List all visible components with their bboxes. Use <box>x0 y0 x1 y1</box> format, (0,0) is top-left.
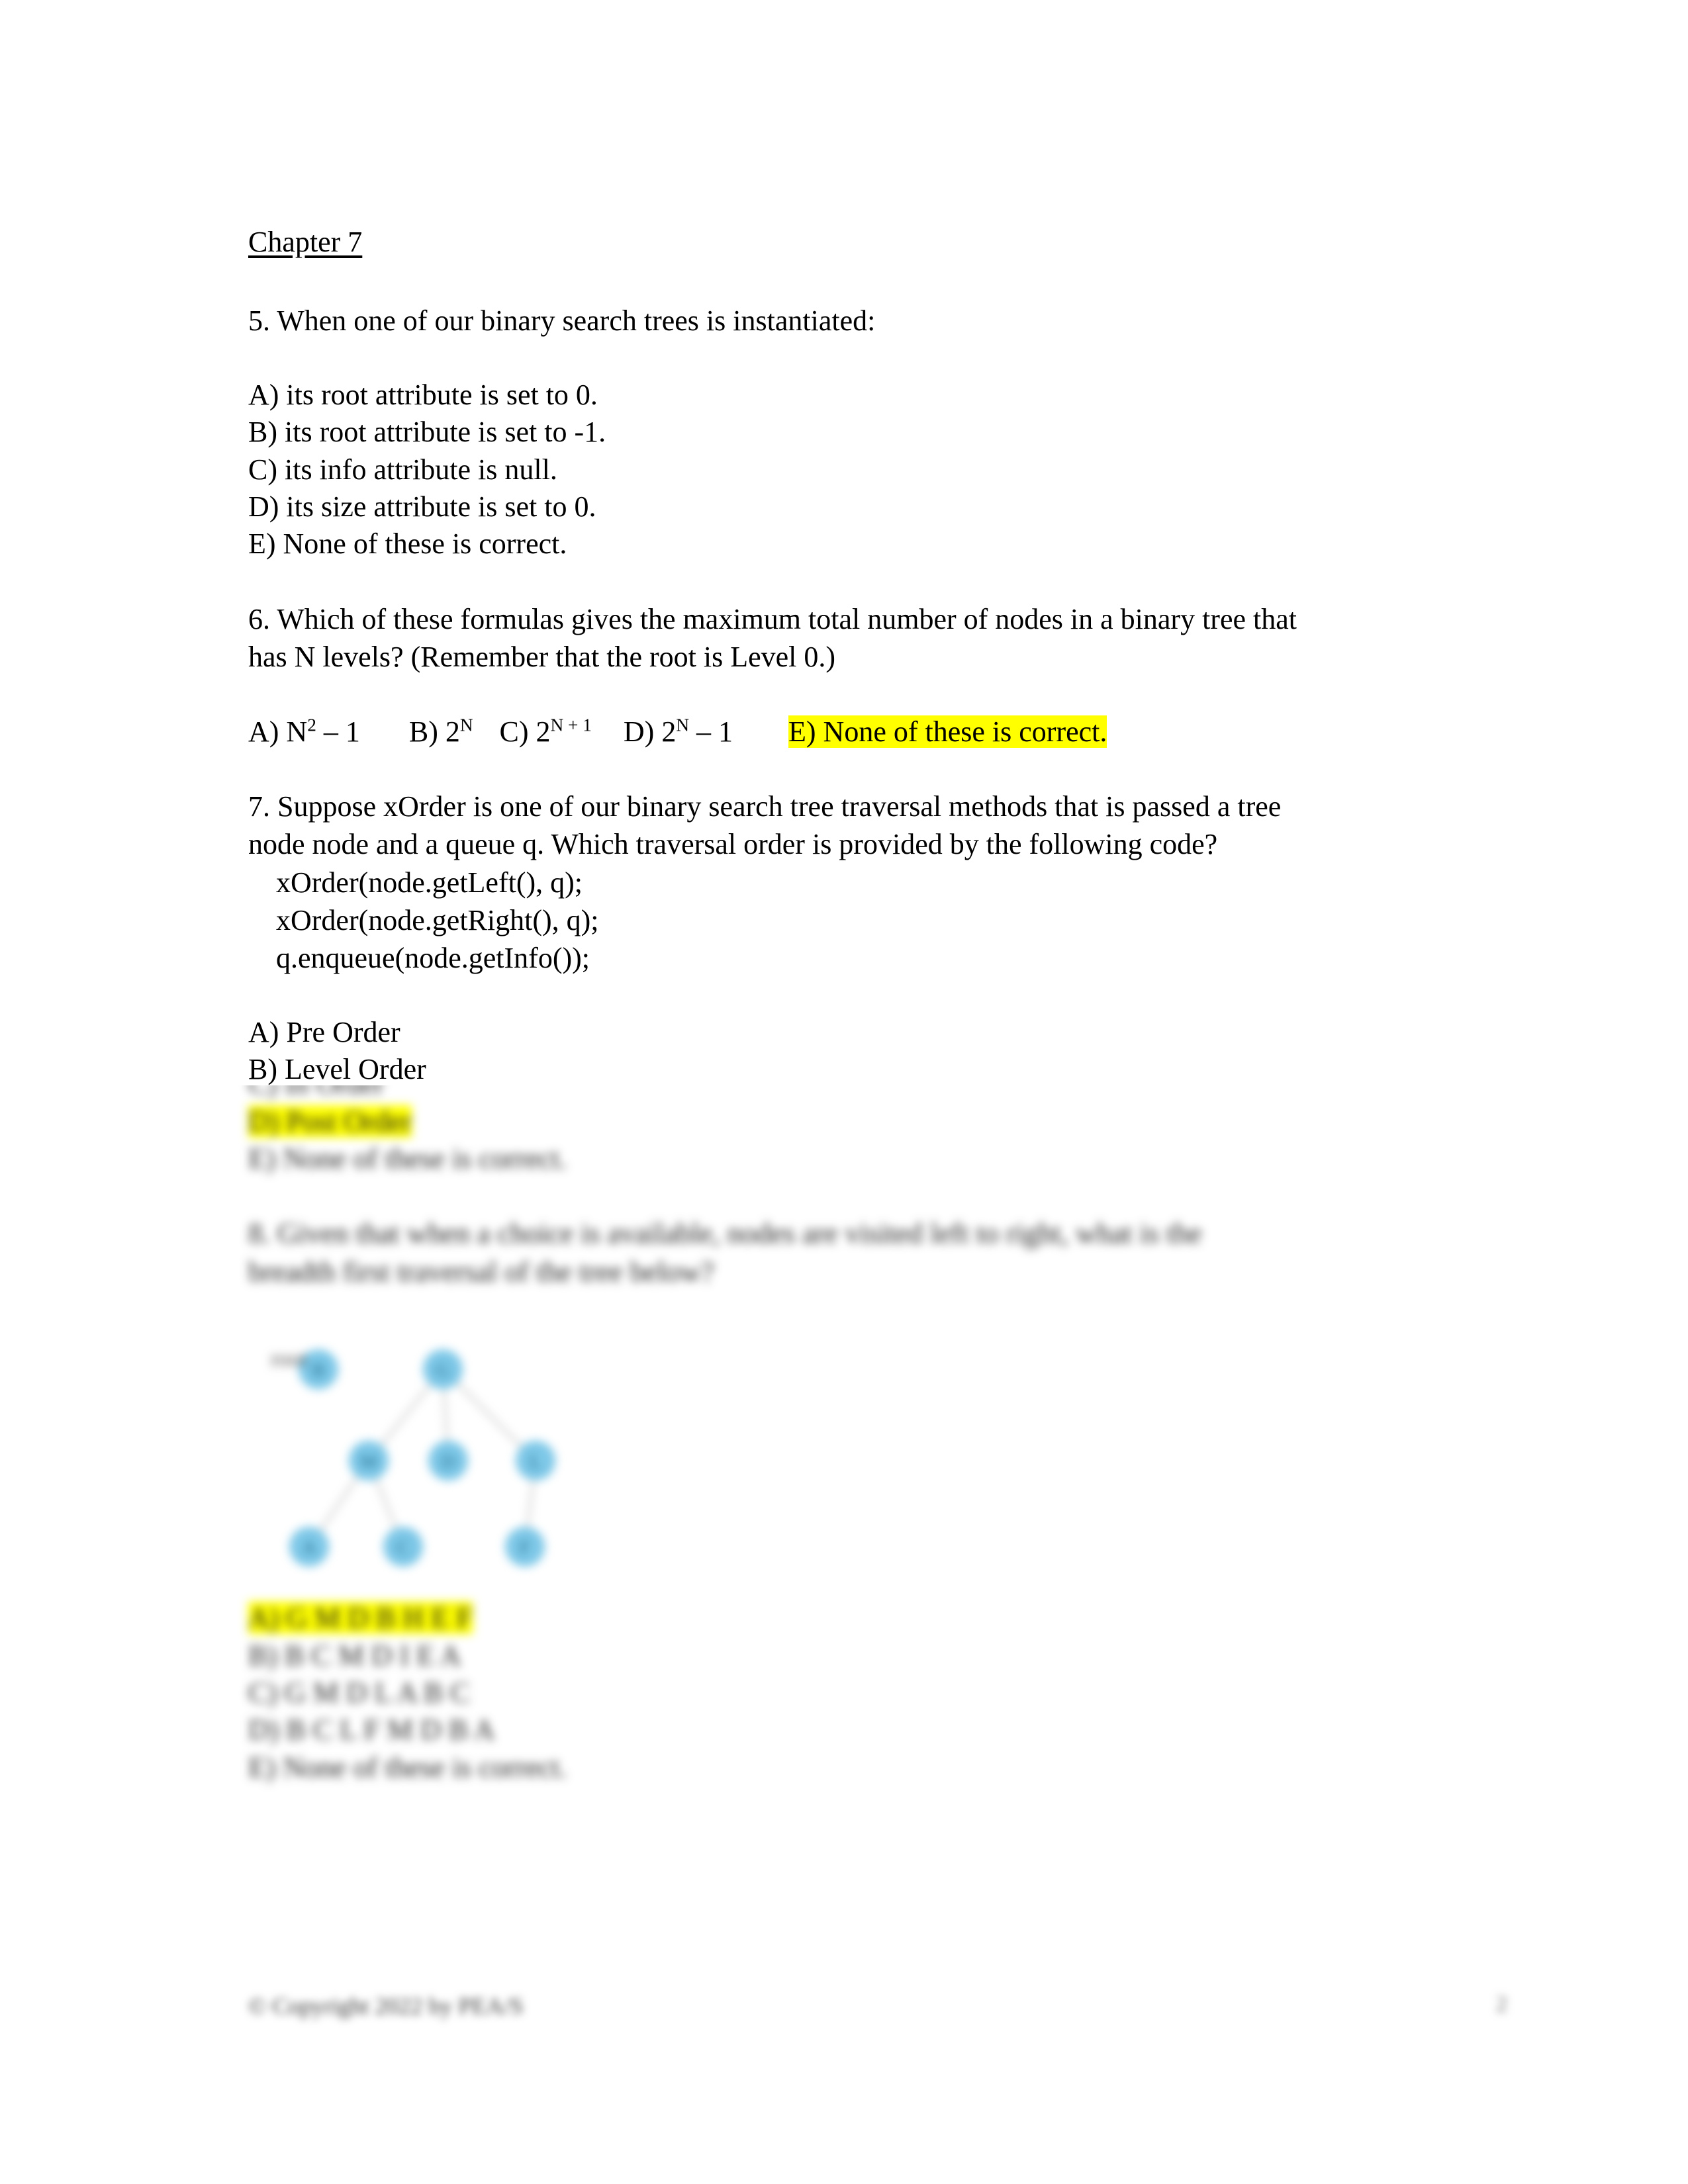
question-7-option-d-highlight: D) Post Order <box>248 1105 412 1138</box>
question-6-option-b[interactable]: B) 2N <box>409 715 473 748</box>
tree-node-label: M <box>360 1451 378 1473</box>
question-6-options-row: A) N2 – 1 B) 2N C) 2N + 1 D) 2N – 1 E) None … <box>248 713 1446 751</box>
question-6-option-a[interactable]: A) N2 – 1 <box>248 715 360 748</box>
tree-nodes: B G M D L A C F <box>289 1349 555 1567</box>
document-page: Chapter 7 5. When one of our binary sear… <box>0 0 1688 2184</box>
option-a-exponent: 2 <box>307 715 316 735</box>
question-8-option-a[interactable]: A) G M D B H E F <box>248 1600 1506 1637</box>
binary-tree-diagram: root B G M D L A C F <box>271 1328 734 1580</box>
option-d-exponent: N <box>676 715 690 735</box>
question-7-stem-line-2: node node and a queue q. Which traversal… <box>248 828 1218 861</box>
question-7-stem-line-1: 7. Suppose xOrder is one of our binary s… <box>248 790 1282 823</box>
footer-copyright: © Copyright 2022 by PEA/S <box>248 1993 524 2019</box>
question-6-option-e-highlighted[interactable]: E) None of these is correct. <box>788 715 1107 749</box>
tree-node-label: L <box>530 1451 541 1473</box>
option-c-exponent: N + 1 <box>550 715 592 735</box>
option-a-tail: – 1 <box>316 715 360 749</box>
question-7-option-b[interactable]: B) Level Order <box>248 1051 1446 1088</box>
question-8-stem-line-2: breadth first traversal of the tree belo… <box>248 1255 714 1289</box>
tree-node-label: C <box>397 1537 410 1559</box>
tree-node-label: D <box>441 1451 455 1473</box>
question-6-stem-line-2: has N levels? (Remember that the root is… <box>248 640 836 673</box>
tree-node-label: F <box>520 1537 531 1559</box>
question-7-code-line-3: q.enqueue(node.getInfo()); <box>276 941 590 974</box>
blurred-content: B) Level Order C) In Order D) Post Order… <box>248 1085 1506 1786</box>
question-5-option-d[interactable]: D) its size attribute is set to 0. <box>248 488 1446 525</box>
option-d-base: D) 2 <box>623 715 677 749</box>
page-title: Chapter 7 <box>248 226 363 258</box>
question-5-option-b[interactable]: B) its root attribute is set to -1. <box>248 414 1446 451</box>
question-7-code-line-1: xOrder(node.getLeft(), q); <box>276 866 583 899</box>
option-b-base: B) 2 <box>408 715 460 749</box>
question-8-option-e[interactable]: E) None of these is correct. <box>248 1749 1506 1786</box>
question-7-option-d[interactable]: D) Post Order <box>248 1103 1506 1140</box>
option-c-base: C) 2 <box>499 715 551 749</box>
question-5-option-a[interactable]: A) its root attribute is set to 0. <box>248 377 1446 414</box>
question-5-option-c[interactable]: C) its info attribute is null. <box>248 451 1446 488</box>
question-7-option-c[interactable]: C) In Order <box>248 1085 1506 1103</box>
question-6-option-c[interactable]: C) 2N + 1 <box>500 715 592 748</box>
question-5-option-e[interactable]: E) None of these is correct. <box>248 525 1446 563</box>
question-6-stem-line-1: 6. Which of these formulas gives the max… <box>248 602 1297 635</box>
question-7-option-a[interactable]: A) Pre Order <box>248 1014 1446 1051</box>
footer-page-number: 2 <box>1496 1992 1507 2017</box>
question-8-option-a-highlight: A) G M D B H E F <box>248 1602 473 1635</box>
question-7-code-line-2: xOrder(node.getRight(), q); <box>276 903 599 936</box>
question-8-option-d[interactable]: D) B C L F M D B A <box>248 1711 1506 1749</box>
question-8-stem-line-1: 8. Given that when a choice is available… <box>248 1217 1202 1250</box>
tree-svg: B G M D L A C F <box>289 1349 555 1567</box>
tree-node-label: B <box>312 1359 325 1381</box>
tree-root-caption: root <box>271 1347 307 1372</box>
tree-node-label: G <box>436 1359 450 1381</box>
option-d-tail: – 1 <box>689 715 733 749</box>
question-5-stem: 5. When one of our binary search trees i… <box>248 304 876 337</box>
question-6-option-d[interactable]: D) 2N – 1 <box>624 715 733 748</box>
option-b-exponent: N <box>459 715 473 735</box>
question-8-option-c[interactable]: C) G M D L A B C <box>248 1674 1506 1711</box>
question-7-option-e[interactable]: E) None of these is correct. <box>248 1140 1506 1177</box>
option-a-base: A) N <box>248 715 308 749</box>
question-8-option-b[interactable]: B) B C M D I E A <box>248 1637 1506 1674</box>
tree-node-label: A <box>302 1537 316 1559</box>
document-body: Chapter 7 5. When one of our binary sear… <box>248 225 1446 1089</box>
tree-edges <box>308 1369 537 1548</box>
